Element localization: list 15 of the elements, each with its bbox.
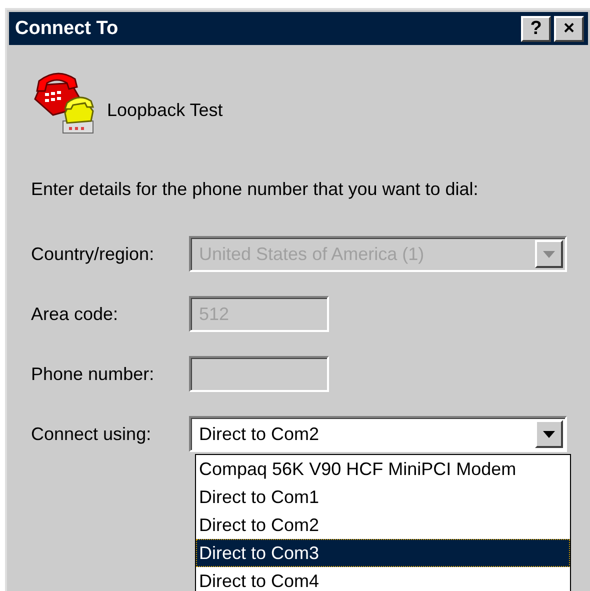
dropdown-option[interactable]: Direct to Com4 bbox=[196, 567, 570, 591]
field-label: Phone number: bbox=[31, 364, 156, 384]
field-label: Area code: bbox=[31, 304, 120, 324]
connection-name: Loopback Test bbox=[107, 100, 223, 121]
field-label: Country/region: bbox=[31, 244, 156, 264]
window-title: Connect To bbox=[15, 18, 120, 40]
field-label: Connect using: bbox=[31, 424, 152, 444]
dropdown-option[interactable]: Direct to Com3 bbox=[196, 539, 570, 567]
close-button[interactable]: × bbox=[554, 16, 584, 42]
dropdown-option[interactable]: Compaq 56K V90 HCF MiniPCI Modem bbox=[196, 455, 570, 483]
dropdown-option[interactable]: Direct to Com1 bbox=[196, 483, 570, 511]
dropdown-option[interactable]: Direct to Com2 bbox=[196, 511, 570, 539]
instruction-text: Enter details for the phone number that you want to dial: bbox=[30, 178, 480, 200]
help-button[interactable]: ? bbox=[521, 16, 551, 42]
dropdown-field[interactable]: Direct to Com2 bbox=[189, 416, 567, 452]
